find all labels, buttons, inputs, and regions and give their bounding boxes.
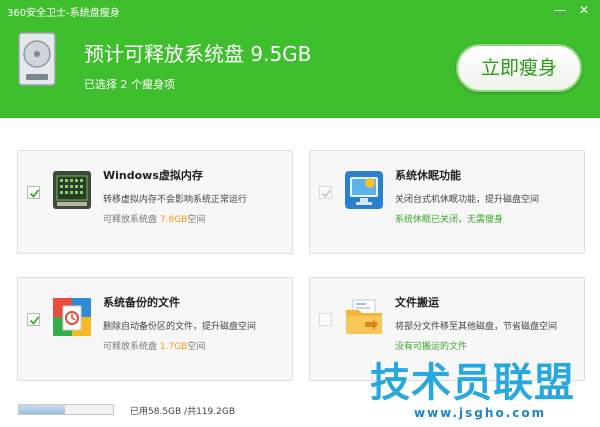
disk-usage-bar xyxy=(18,404,114,415)
status-suffix: 空间 xyxy=(187,215,206,225)
file-move-checkbox[interactable] xyxy=(319,313,332,326)
folder-move-icon xyxy=(346,299,382,334)
watermark-url: www.jsgho.com xyxy=(414,406,547,420)
card-title: 系统备份的文件 xyxy=(103,296,180,309)
virtual-memory-checkbox[interactable] xyxy=(27,186,40,199)
card-description: 关闭台式机休眠功能，提升磁盘空间 xyxy=(395,195,540,205)
header-banner: 360安全卫士-系统盘瘦身 — ✕ 预计可释放系统盘 9.5GB 已选择 2 个… xyxy=(0,0,600,118)
card-hibernate[interactable]: 系统休眠功能 关闭台式机休眠功能，提升磁盘空间 系统休眠已关闭，无需瘦身 xyxy=(309,150,585,254)
close-button[interactable]: ✕ xyxy=(574,2,594,18)
card-virtual-memory[interactable]: Windows虚拟内存 转移虚拟内存不会影响系统正常运行 可释放系统盘 7.8G… xyxy=(17,150,293,254)
check-icon xyxy=(29,316,40,325)
hard-disk-icon xyxy=(18,32,56,86)
disk-usage-text: 已用58.5GB /共119.2GB xyxy=(130,407,235,417)
card-title: 系统休眠功能 xyxy=(395,169,461,182)
backup-files-checkbox[interactable] xyxy=(27,313,40,326)
headline: 预计可释放系统盘 9.5GB xyxy=(84,42,312,66)
status-suffix: 空间 xyxy=(187,342,206,352)
hibernate-checkbox[interactable] xyxy=(319,186,332,199)
status-prefix: 可释放系统盘 xyxy=(103,342,160,352)
selected-count: 已选择 2 个瘦身项 xyxy=(84,78,175,91)
card-status: 可释放系统盘 1.7GB空间 xyxy=(103,339,205,352)
card-title: 文件搬运 xyxy=(395,296,439,309)
status-value: 7.8GB xyxy=(159,215,188,225)
card-description: 将部分文件移至其他磁盘，节省磁盘空间 xyxy=(395,322,558,332)
backup-files-icon xyxy=(53,298,91,336)
card-status: 系统休眠已关闭，无需瘦身 xyxy=(395,215,504,225)
status-prefix: 可释放系统盘 xyxy=(103,215,160,225)
card-status: 可释放系统盘 7.8GB空间 xyxy=(103,212,205,225)
watermark-text: 技术员联盟 xyxy=(370,360,575,406)
minimize-button[interactable]: — xyxy=(550,2,570,18)
check-icon xyxy=(29,189,40,198)
status-value: 1.7GB xyxy=(159,342,188,352)
disk-usage-fill xyxy=(19,405,66,414)
watermark: 技术员联盟 www.jsgho.com xyxy=(370,350,592,426)
card-description: 转移虚拟内存不会影响系统正常运行 xyxy=(103,195,248,205)
card-backup-files[interactable]: 系统备份的文件 删除自动备份区的文件，提升磁盘空间 可释放系统盘 1.7GB空间 xyxy=(17,277,293,381)
hibernate-monitor-icon xyxy=(345,171,383,209)
memory-chip-icon xyxy=(53,171,91,209)
card-description: 删除自动备份区的文件，提升磁盘空间 xyxy=(103,322,257,332)
window-title: 360安全卫士-系统盘瘦身 xyxy=(7,8,120,19)
check-icon xyxy=(321,189,332,198)
slim-now-button[interactable]: 立即瘦身 xyxy=(456,44,582,92)
card-title: Windows虚拟内存 xyxy=(103,169,203,182)
